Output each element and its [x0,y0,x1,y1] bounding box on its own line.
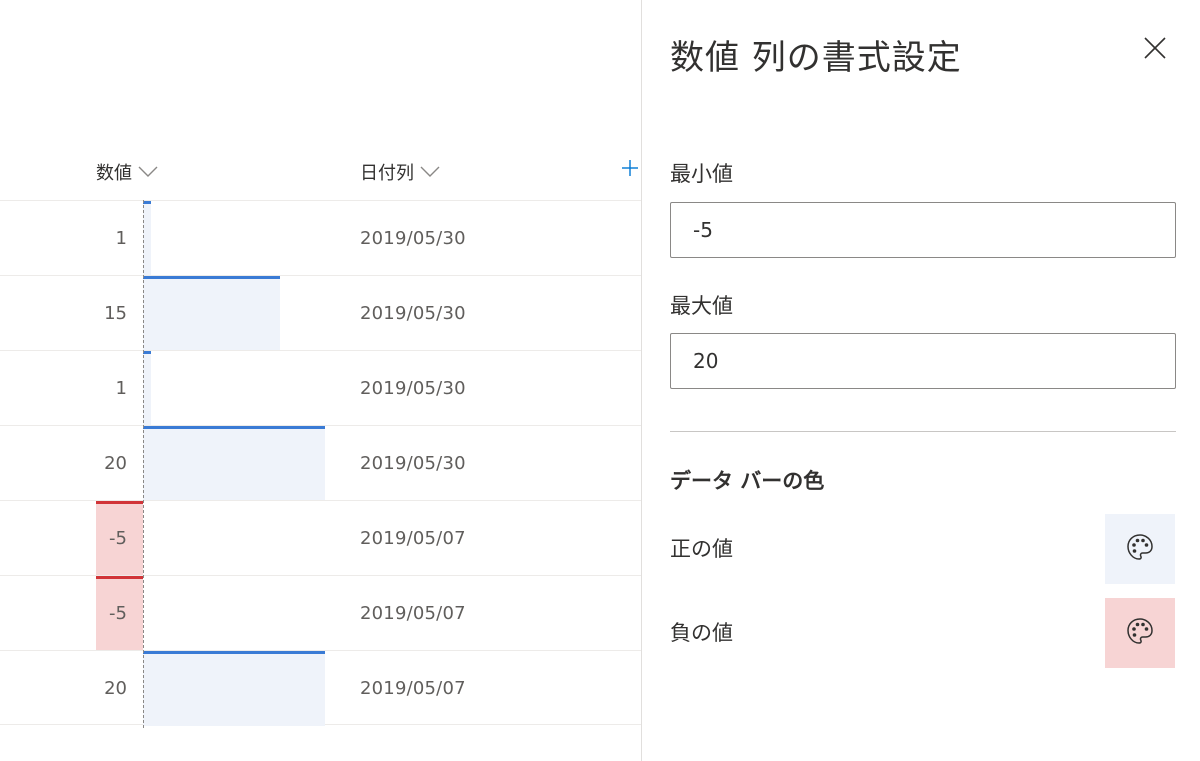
data-bar-axis [143,200,144,728]
format-column-panel: 数値 列の書式設定 最小値 最大値 データ バーの色 正の値 負の値 [642,0,1200,761]
date-cell: 2019/05/07 [360,678,466,699]
positive-color-picker-button[interactable] [1105,514,1175,584]
date-cell: 2019/05/07 [360,528,466,549]
date-cell: 2019/05/30 [360,228,466,249]
table-row[interactable]: -5 2019/05/07 [0,500,641,576]
date-cell: 2019/05/30 [360,378,466,399]
negative-value-label: 負の値 [670,621,733,645]
positive-data-bar [143,651,325,726]
table-row[interactable]: 15 2019/05/30 [0,275,641,351]
palette-icon [1125,532,1155,566]
positive-data-bar [143,276,280,351]
plus-icon [621,159,639,181]
close-icon [1144,37,1166,63]
number-cell: 20 [104,453,127,474]
table-row[interactable]: 20 2019/05/30 [0,425,641,501]
add-column-button[interactable] [618,155,642,185]
panel-title: 数値 列の書式設定 [670,38,962,78]
positive-data-bar [143,351,151,426]
number-cell: 1 [115,378,127,399]
list-view: 数値 日付列 1 2019/05/30 15 2019/05/30 1 2019/05/3… [0,0,641,761]
number-cell: -5 [109,603,127,624]
number-cell: 15 [104,303,127,324]
section-divider [670,431,1176,432]
date-cell: 2019/05/30 [360,303,466,324]
column-header-number[interactable]: 数値 [96,150,158,194]
number-cell: 20 [104,678,127,699]
data-bar-color-heading: データ バーの色 [670,469,825,493]
date-cell: 2019/05/07 [360,603,466,624]
table-row[interactable]: 1 2019/05/30 [0,200,641,276]
palette-icon [1125,616,1155,650]
positive-data-bar [143,201,151,276]
min-value-field[interactable] [670,202,1176,258]
positive-value-label: 正の値 [670,537,733,561]
table-row[interactable]: 20 2019/05/07 [0,650,641,726]
max-value-field[interactable] [670,333,1176,389]
table-row[interactable]: -5 2019/05/07 [0,575,641,651]
table-row[interactable]: 1 2019/05/30 [0,350,641,426]
number-cell: -5 [109,528,127,549]
positive-data-bar [143,426,325,501]
column-header-date[interactable]: 日付列 [360,150,440,194]
column-header-date-label: 日付列 [360,163,414,184]
number-cell: 1 [115,228,127,249]
chevron-down-icon [420,166,440,178]
column-header-number-label: 数値 [96,163,132,184]
chevron-down-icon [138,166,158,178]
max-value-label: 最大値 [670,294,733,318]
date-cell: 2019/05/30 [360,453,466,474]
min-value-label: 最小値 [670,162,733,186]
close-button[interactable] [1140,35,1170,65]
negative-color-picker-button[interactable] [1105,598,1175,668]
